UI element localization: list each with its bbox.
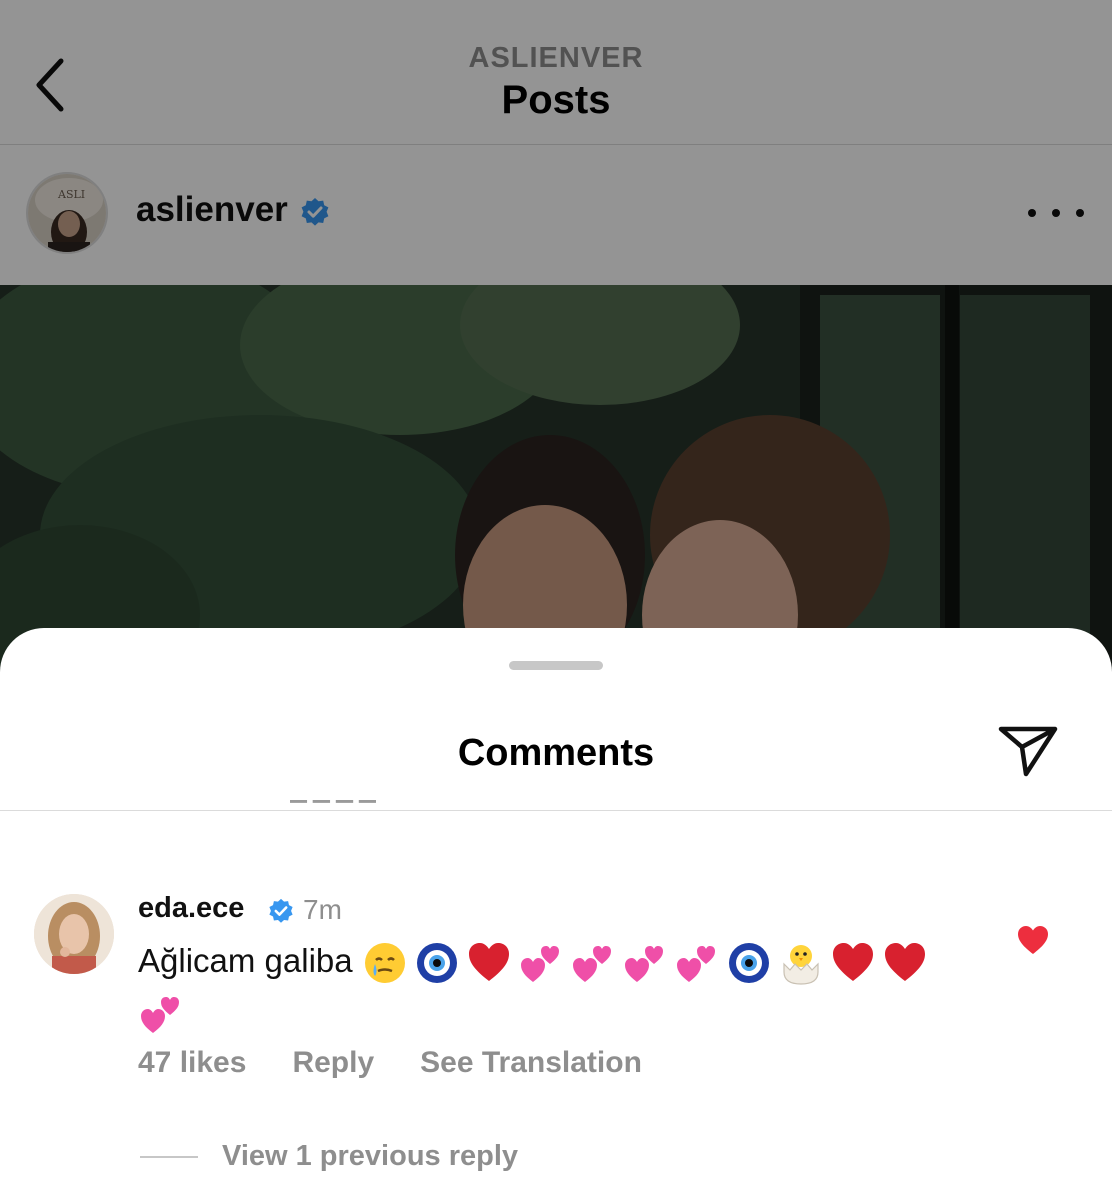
comment-likes-count[interactable]: 47 likes — [138, 1046, 246, 1080]
two-hearts-emoji-icon — [674, 940, 720, 986]
red-heart-emoji-icon — [882, 940, 928, 986]
see-translation-button[interactable]: See Translation — [420, 1046, 642, 1080]
comments-sheet: Comments ▔ ▔ ▔ ▔ eda.ece 7m Ağlicam gali… — [0, 628, 1112, 1200]
view-replies-button[interactable]: View 1 previous reply — [140, 1140, 518, 1173]
replies-divider-line — [140, 1155, 198, 1158]
two-hearts-emoji-icon — [622, 940, 668, 986]
reply-button[interactable]: Reply — [292, 1046, 374, 1080]
comment-actions: 47 likes Reply See Translation — [138, 1046, 688, 1080]
red-heart-emoji-icon — [466, 940, 512, 986]
send-icon — [998, 726, 1058, 777]
two-hearts-emoji-icon — [138, 991, 184, 1037]
comment-text-body: Ağlicam galiba — [138, 942, 353, 979]
avatar-image — [34, 894, 114, 974]
clipped-previous-text: ▔ ▔ ▔ ▔ — [290, 800, 376, 810]
sheet-divider — [0, 810, 1112, 811]
crying-smile-emoji-icon — [362, 940, 408, 986]
red-heart-emoji-icon — [830, 940, 876, 986]
comment-username[interactable]: eda.ece — [138, 892, 244, 925]
comment-avatar[interactable] — [34, 894, 114, 974]
verified-badge-icon — [269, 898, 293, 923]
two-hearts-emoji-icon — [570, 940, 616, 986]
nazar-emoji-icon — [726, 940, 772, 986]
share-button[interactable] — [996, 724, 1060, 780]
comment-timestamp: 7m — [303, 894, 342, 925]
heart-filled-icon — [1018, 926, 1048, 954]
two-hearts-emoji-icon — [518, 940, 564, 986]
comment-text: Ağlicam galiba — [138, 936, 968, 1037]
hatching-chick-emoji-icon — [778, 940, 824, 986]
view-replies-label: View 1 previous reply — [222, 1140, 519, 1172]
comments-title: Comments — [457, 732, 655, 774]
nazar-emoji-icon — [414, 940, 460, 986]
sheet-grabber[interactable] — [509, 661, 603, 670]
like-comment-button[interactable] — [1016, 924, 1050, 956]
